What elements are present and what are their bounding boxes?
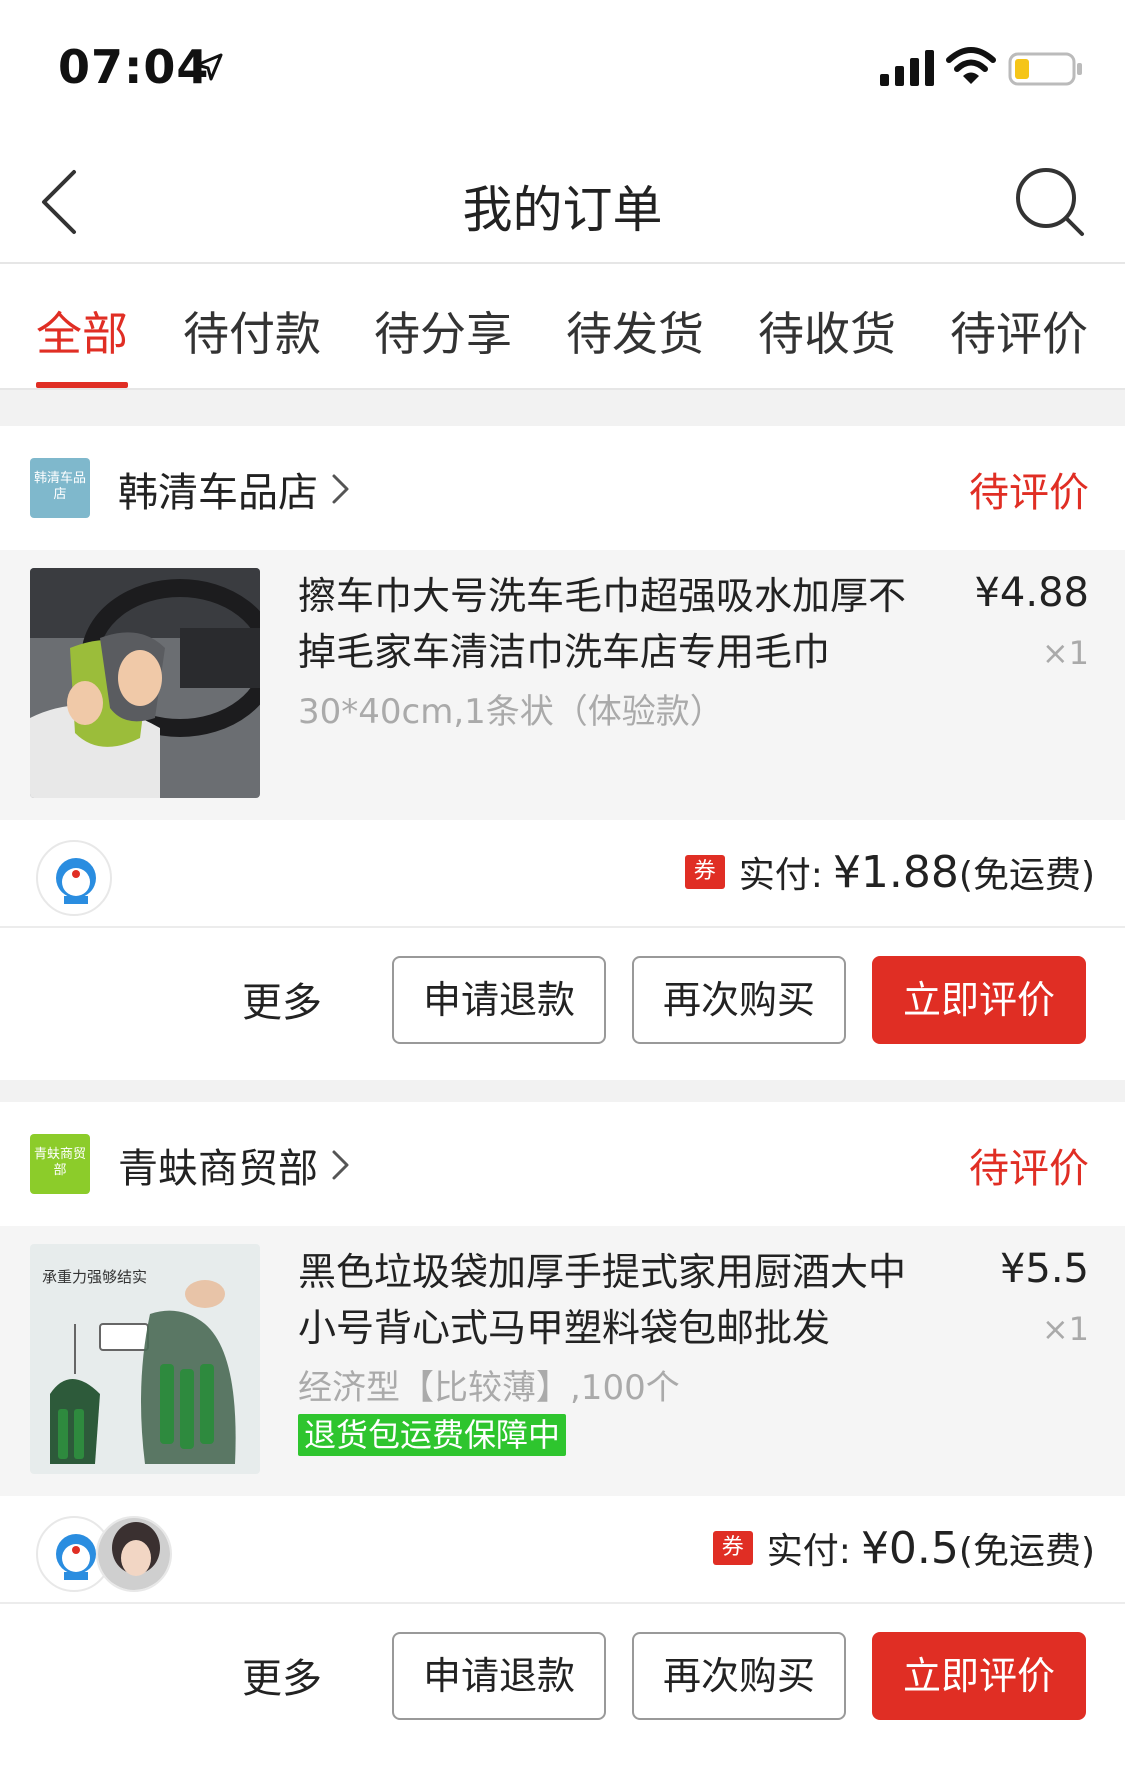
order-status-tabs: 全部 待付款 待分享 待发货 待收货 待评价 xyxy=(0,264,1125,390)
refund-button[interactable]: 申请退款 xyxy=(392,1632,606,1720)
chevron-right-icon xyxy=(332,1150,349,1180)
status-time: 07:04 xyxy=(58,40,210,94)
battery-icon xyxy=(1008,52,1082,86)
location-arrow-icon xyxy=(195,53,223,81)
paid-amount: ¥1.88 xyxy=(832,846,959,898)
product-spec: 30*40cm,1条状（体验款） xyxy=(298,692,724,732)
avatar[interactable] xyxy=(96,1516,172,1592)
order-card: 韩清车品店 韩清车品店 待评价 擦车巾大号洗车毛巾超强吸水加厚不掉毛家车清洁巾洗… xyxy=(0,426,1125,1080)
product-price: ¥4.88 xyxy=(974,570,1089,616)
paid-label: 实付: xyxy=(766,1531,851,1572)
cellular-signal-icon xyxy=(880,50,934,86)
paid-label: 实付: xyxy=(738,855,823,896)
status-bar: 07:04 xyxy=(0,0,1125,140)
product-spec: 经济型【比较薄】,100个 xyxy=(298,1368,680,1408)
order-status: 待评价 xyxy=(969,470,1089,516)
tab-pending-review[interactable]: 待评价 xyxy=(950,298,1088,364)
review-button[interactable]: 立即评价 xyxy=(872,1632,1086,1720)
chevron-right-icon xyxy=(332,474,349,504)
order-status: 待评价 xyxy=(969,1146,1089,1192)
coupon-badge: 券 xyxy=(712,1531,753,1565)
product-quantity: ×1 xyxy=(1041,1310,1089,1348)
more-button[interactable]: 更多 xyxy=(242,1646,322,1704)
product-quantity: ×1 xyxy=(1041,634,1089,672)
rebuy-button[interactable]: 再次购买 xyxy=(632,956,846,1044)
product-price: ¥5.5 xyxy=(999,1246,1089,1292)
image-caption: 承重力强够结实 xyxy=(42,1269,147,1286)
search-icon[interactable] xyxy=(1012,164,1088,240)
product-image[interactable] xyxy=(30,568,260,798)
page-title: 我的订单 xyxy=(462,181,663,239)
tab-pending-shipment[interactable]: 待发货 xyxy=(566,298,704,364)
payment-row: 券 实付: ¥1.88 (免运费) xyxy=(0,820,1125,928)
order-card: 青蚨商贸部 青蚨商贸部 待评价 承重力强够结实 黑色垃圾袋加厚手提式家用厨酒大中… xyxy=(0,1102,1125,1771)
product-image[interactable]: 承重力强够结实 xyxy=(30,1244,260,1474)
product-item[interactable]: 承重力强够结实 黑色垃圾袋加厚手提式家用厨酒大中小号背心式马甲塑料袋包邮批发 经… xyxy=(0,1226,1125,1496)
payment-row: 券 实付: ¥0.5 (免运费) xyxy=(0,1496,1125,1604)
rebuy-button[interactable]: 再次购买 xyxy=(632,1632,846,1720)
tab-pending-share[interactable]: 待分享 xyxy=(374,298,512,364)
review-button[interactable]: 立即评价 xyxy=(872,956,1086,1044)
order-actions: 更多 申请退款 再次购买 立即评价 xyxy=(0,930,1125,1064)
user-avatar-icon xyxy=(98,1518,170,1590)
coupon-badge: 券 xyxy=(684,855,725,889)
shop-name[interactable]: 青蚨商贸部 xyxy=(118,1136,318,1194)
paid-amount: ¥0.5 xyxy=(860,1522,959,1574)
order-actions: 更多 申请退款 再次购买 立即评价 xyxy=(0,1606,1125,1740)
shop-header[interactable]: 韩清车品店 韩清车品店 待评价 xyxy=(0,426,1125,550)
more-button[interactable]: 更多 xyxy=(242,970,322,1028)
product-title[interactable]: 黑色垃圾袋加厚手提式家用厨酒大中小号背心式马甲塑料袋包邮批发 xyxy=(298,1244,938,1356)
payment-summary: 券 实付: ¥0.5 (免运费) xyxy=(712,1522,1095,1574)
tab-all[interactable]: 全部 xyxy=(36,298,128,364)
shop-name[interactable]: 韩清车品店 xyxy=(118,460,318,518)
nav-bar: 我的订单 xyxy=(0,140,1125,264)
doraemon-avatar-icon xyxy=(56,858,96,904)
wifi-icon xyxy=(946,47,996,84)
product-title[interactable]: 擦车巾大号洗车毛巾超强吸水加厚不掉毛家车清洁巾洗车店专用毛巾 xyxy=(298,568,938,680)
shipping-note: (免运费) xyxy=(958,1531,1095,1572)
tab-pending-payment[interactable]: 待付款 xyxy=(183,298,321,364)
shop-logo: 青蚨商贸部 xyxy=(30,1134,90,1194)
car-towel-photo xyxy=(30,568,260,798)
avatar[interactable] xyxy=(36,840,112,916)
shop-logo: 韩清车品店 xyxy=(30,458,90,518)
return-shipping-guarantee-badge: 退货包运费保障中 xyxy=(298,1414,567,1456)
active-tab-indicator xyxy=(36,382,128,388)
garbage-bag-photo: 承重力强够结实 xyxy=(30,1244,260,1474)
payment-summary: 券 实付: ¥1.88 (免运费) xyxy=(684,846,1095,898)
tab-pending-receipt[interactable]: 待收货 xyxy=(758,298,896,364)
shop-header[interactable]: 青蚨商贸部 青蚨商贸部 待评价 xyxy=(0,1102,1125,1226)
shipping-note: (免运费) xyxy=(958,855,1095,896)
product-item[interactable]: 擦车巾大号洗车毛巾超强吸水加厚不掉毛家车清洁巾洗车店专用毛巾 30*40cm,1… xyxy=(0,550,1125,820)
refund-button[interactable]: 申请退款 xyxy=(392,956,606,1044)
